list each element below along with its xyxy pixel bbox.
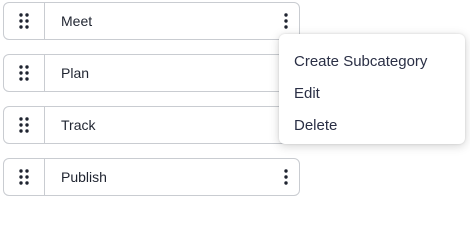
drag-handle-icon[interactable] <box>4 159 45 195</box>
menu-item-create-subcategory[interactable]: Create Subcategory <box>279 45 465 77</box>
drag-handle-icon[interactable] <box>4 55 45 91</box>
drag-handle-icon[interactable] <box>4 107 45 143</box>
list-item: Plan <box>3 54 300 92</box>
list-item-label: Meet <box>61 13 93 29</box>
drag-handle-icon[interactable] <box>4 3 45 39</box>
menu-item-delete[interactable]: Delete <box>279 109 465 141</box>
list-item: Track <box>3 106 300 144</box>
list-item-label: Publish <box>61 169 107 185</box>
list-item: Meet <box>3 2 300 40</box>
list-item-label: Track <box>61 117 96 133</box>
context-menu: Create Subcategory Edit Delete <box>279 34 465 144</box>
list-item-label: Plan <box>61 65 90 81</box>
menu-item-edit[interactable]: Edit <box>279 77 465 109</box>
list-item: Publish <box>3 158 300 196</box>
more-vertical-icon[interactable] <box>279 159 293 195</box>
